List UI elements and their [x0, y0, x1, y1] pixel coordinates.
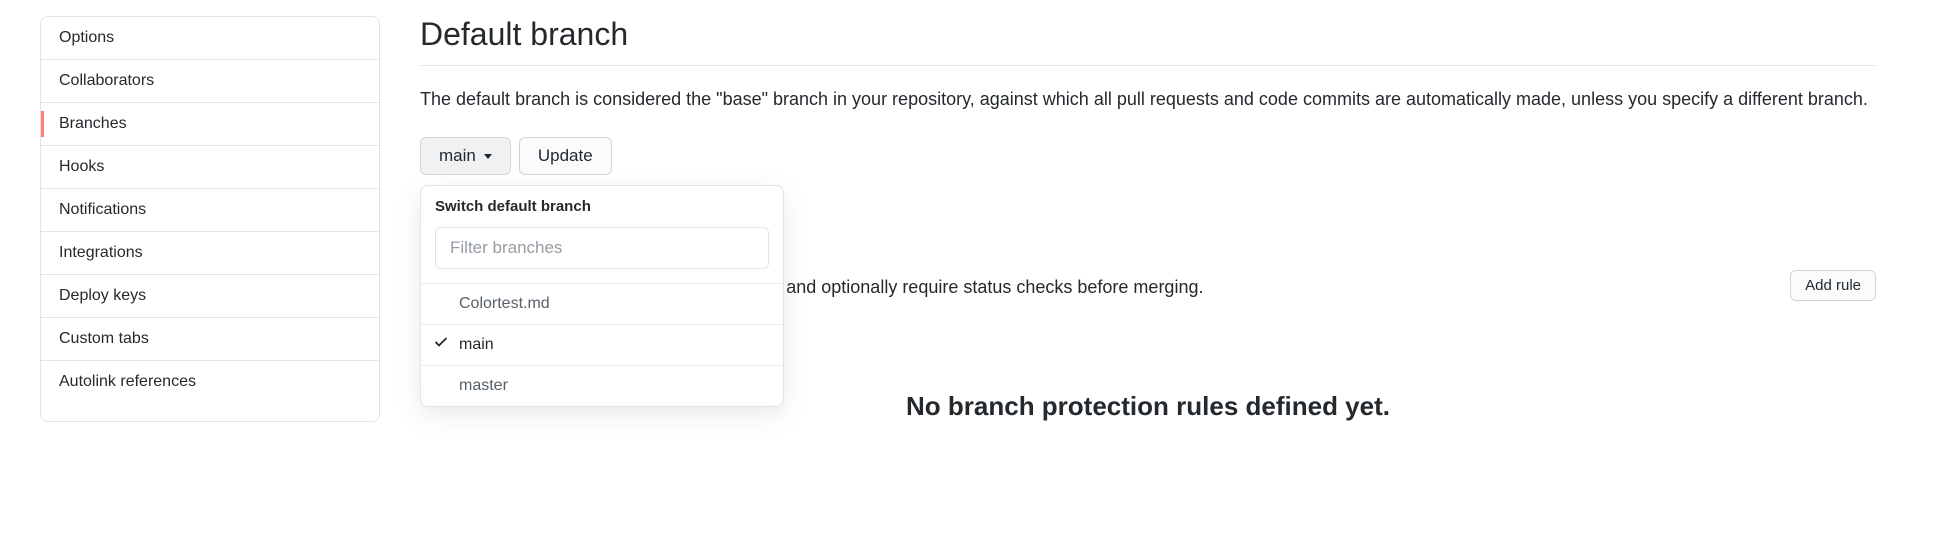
sidebar-item-custom-tabs[interactable]: Custom tabs — [41, 318, 379, 361]
sidebar-item-notifications[interactable]: Notifications — [41, 189, 379, 232]
update-button[interactable]: Update — [519, 137, 612, 175]
sidebar-item-label: Branches — [59, 115, 127, 132]
sidebar-item-label: Hooks — [59, 158, 104, 175]
add-rule-label: Add rule — [1805, 277, 1861, 294]
dropdown-item-label: main — [459, 336, 494, 353]
sidebar-item-label: Integrations — [59, 244, 143, 261]
sidebar-item-label: Options — [59, 29, 114, 46]
sidebar-item-label: Custom tabs — [59, 330, 149, 347]
dropdown-item-label: master — [459, 377, 508, 394]
sidebar-item-hooks[interactable]: Hooks — [41, 146, 379, 189]
branch-select-label: main — [439, 146, 476, 166]
branch-dropdown: Switch default branch Colortest.md main … — [420, 185, 784, 407]
dropdown-item-main[interactable]: main — [421, 324, 783, 365]
dropdown-item-master[interactable]: master — [421, 365, 783, 406]
sidebar-item-deploy-keys[interactable]: Deploy keys — [41, 275, 379, 318]
sidebar-item-label: Collaborators — [59, 72, 154, 89]
main-content: Default branch The default branch is con… — [420, 16, 1896, 422]
sidebar-item-label: Deploy keys — [59, 287, 146, 304]
dropdown-filter-wrap — [421, 227, 783, 283]
update-button-label: Update — [538, 146, 593, 166]
dropdown-item-colortest[interactable]: Colortest.md — [421, 283, 783, 324]
sidebar-item-options[interactable]: Options — [41, 17, 379, 60]
dropdown-item-label: Colortest.md — [459, 295, 550, 312]
branch-filter-input[interactable] — [435, 227, 769, 269]
sidebar-item-label: Autolink references — [59, 373, 196, 390]
branch-select-button[interactable]: main — [420, 137, 511, 175]
page-title: Default branch — [420, 16, 1876, 66]
add-rule-button[interactable]: Add rule — [1790, 270, 1876, 301]
sidebar-item-integrations[interactable]: Integrations — [41, 232, 379, 275]
sidebar-item-branches[interactable]: Branches — [41, 103, 379, 146]
caret-down-icon — [484, 154, 492, 159]
settings-sidebar: Options Collaborators Branches Hooks Not… — [40, 16, 380, 422]
branch-selector-row: main Update Switch default branch Colort… — [420, 137, 1876, 175]
check-icon — [433, 335, 449, 356]
default-branch-description: The default branch is considered the "ba… — [420, 86, 1876, 113]
sidebar-item-collaborators[interactable]: Collaborators — [41, 60, 379, 103]
sidebar-item-label: Notifications — [59, 201, 146, 218]
dropdown-header: Switch default branch — [421, 186, 783, 227]
sidebar-item-autolink-references[interactable]: Autolink references — [41, 361, 379, 403]
